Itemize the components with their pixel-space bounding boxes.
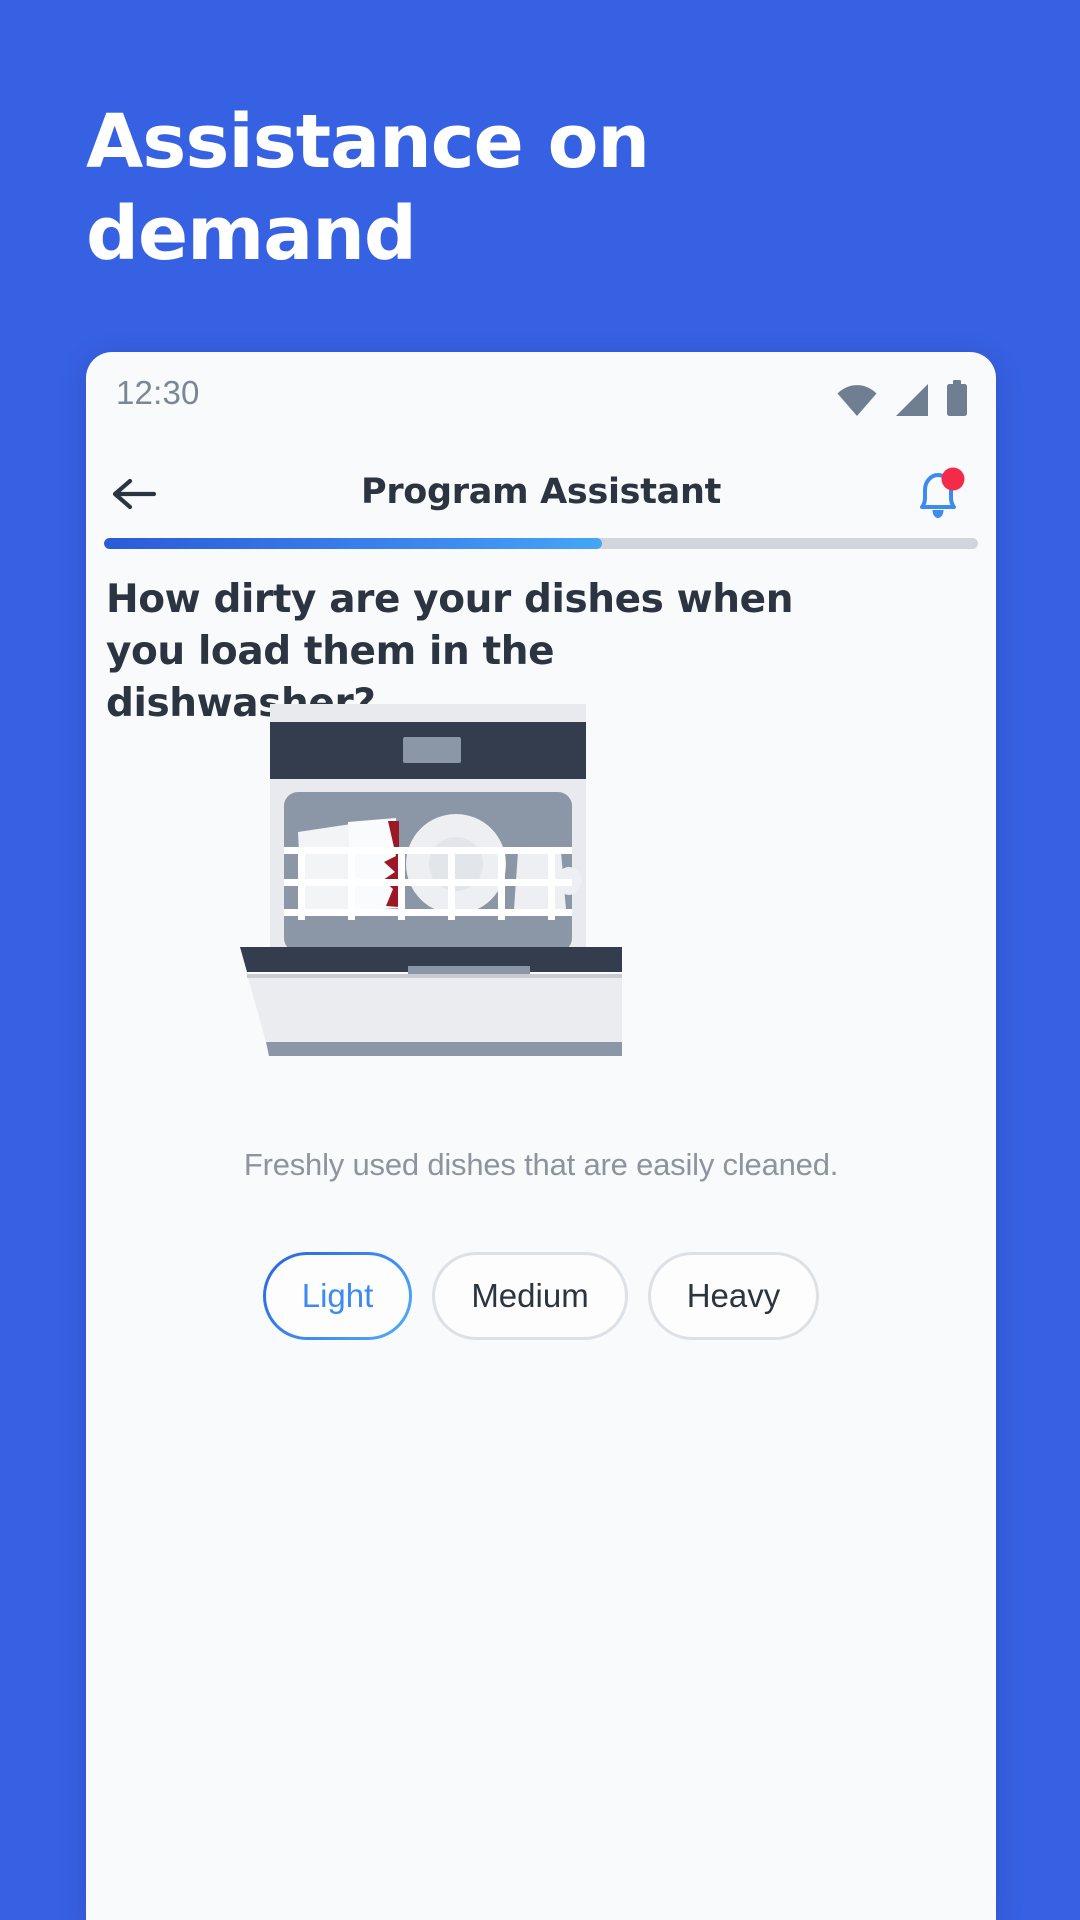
status-bar-icons (836, 376, 968, 416)
option-pill-heavy[interactable]: Heavy (647, 1252, 820, 1340)
dishwasher-illustration (236, 704, 626, 1074)
option-pill-light[interactable]: Light (263, 1252, 413, 1340)
screen-root: Assistance on demand 12:30 Program Assis… (0, 0, 1080, 1920)
notifications-button[interactable] (902, 460, 972, 530)
option-pill-medium[interactable]: Medium (432, 1252, 628, 1340)
hero-section: Assistance on demand (86, 96, 846, 280)
illustration-caption: Freshly used dishes that are easily clea… (243, 1147, 839, 1182)
hero-title: Assistance on demand (86, 99, 650, 277)
battery-icon (947, 380, 967, 416)
bell-icon (920, 467, 965, 518)
notification-badge (941, 467, 965, 491)
status-bar: 12:30 (86, 352, 996, 442)
wifi-icon (837, 385, 877, 416)
progress-bar (104, 538, 978, 549)
options-group: Light Medium Heavy (86, 1252, 996, 1340)
progress-bar-fill (104, 538, 603, 549)
page-title: Program Assistant (360, 472, 722, 512)
signal-icon (896, 384, 928, 416)
app-bar: Program Assistant (86, 442, 996, 542)
phone-mockup: 12:30 Program Assistant How dirty are yo… (86, 352, 996, 1920)
status-bar-time: 12:30 (116, 374, 200, 411)
